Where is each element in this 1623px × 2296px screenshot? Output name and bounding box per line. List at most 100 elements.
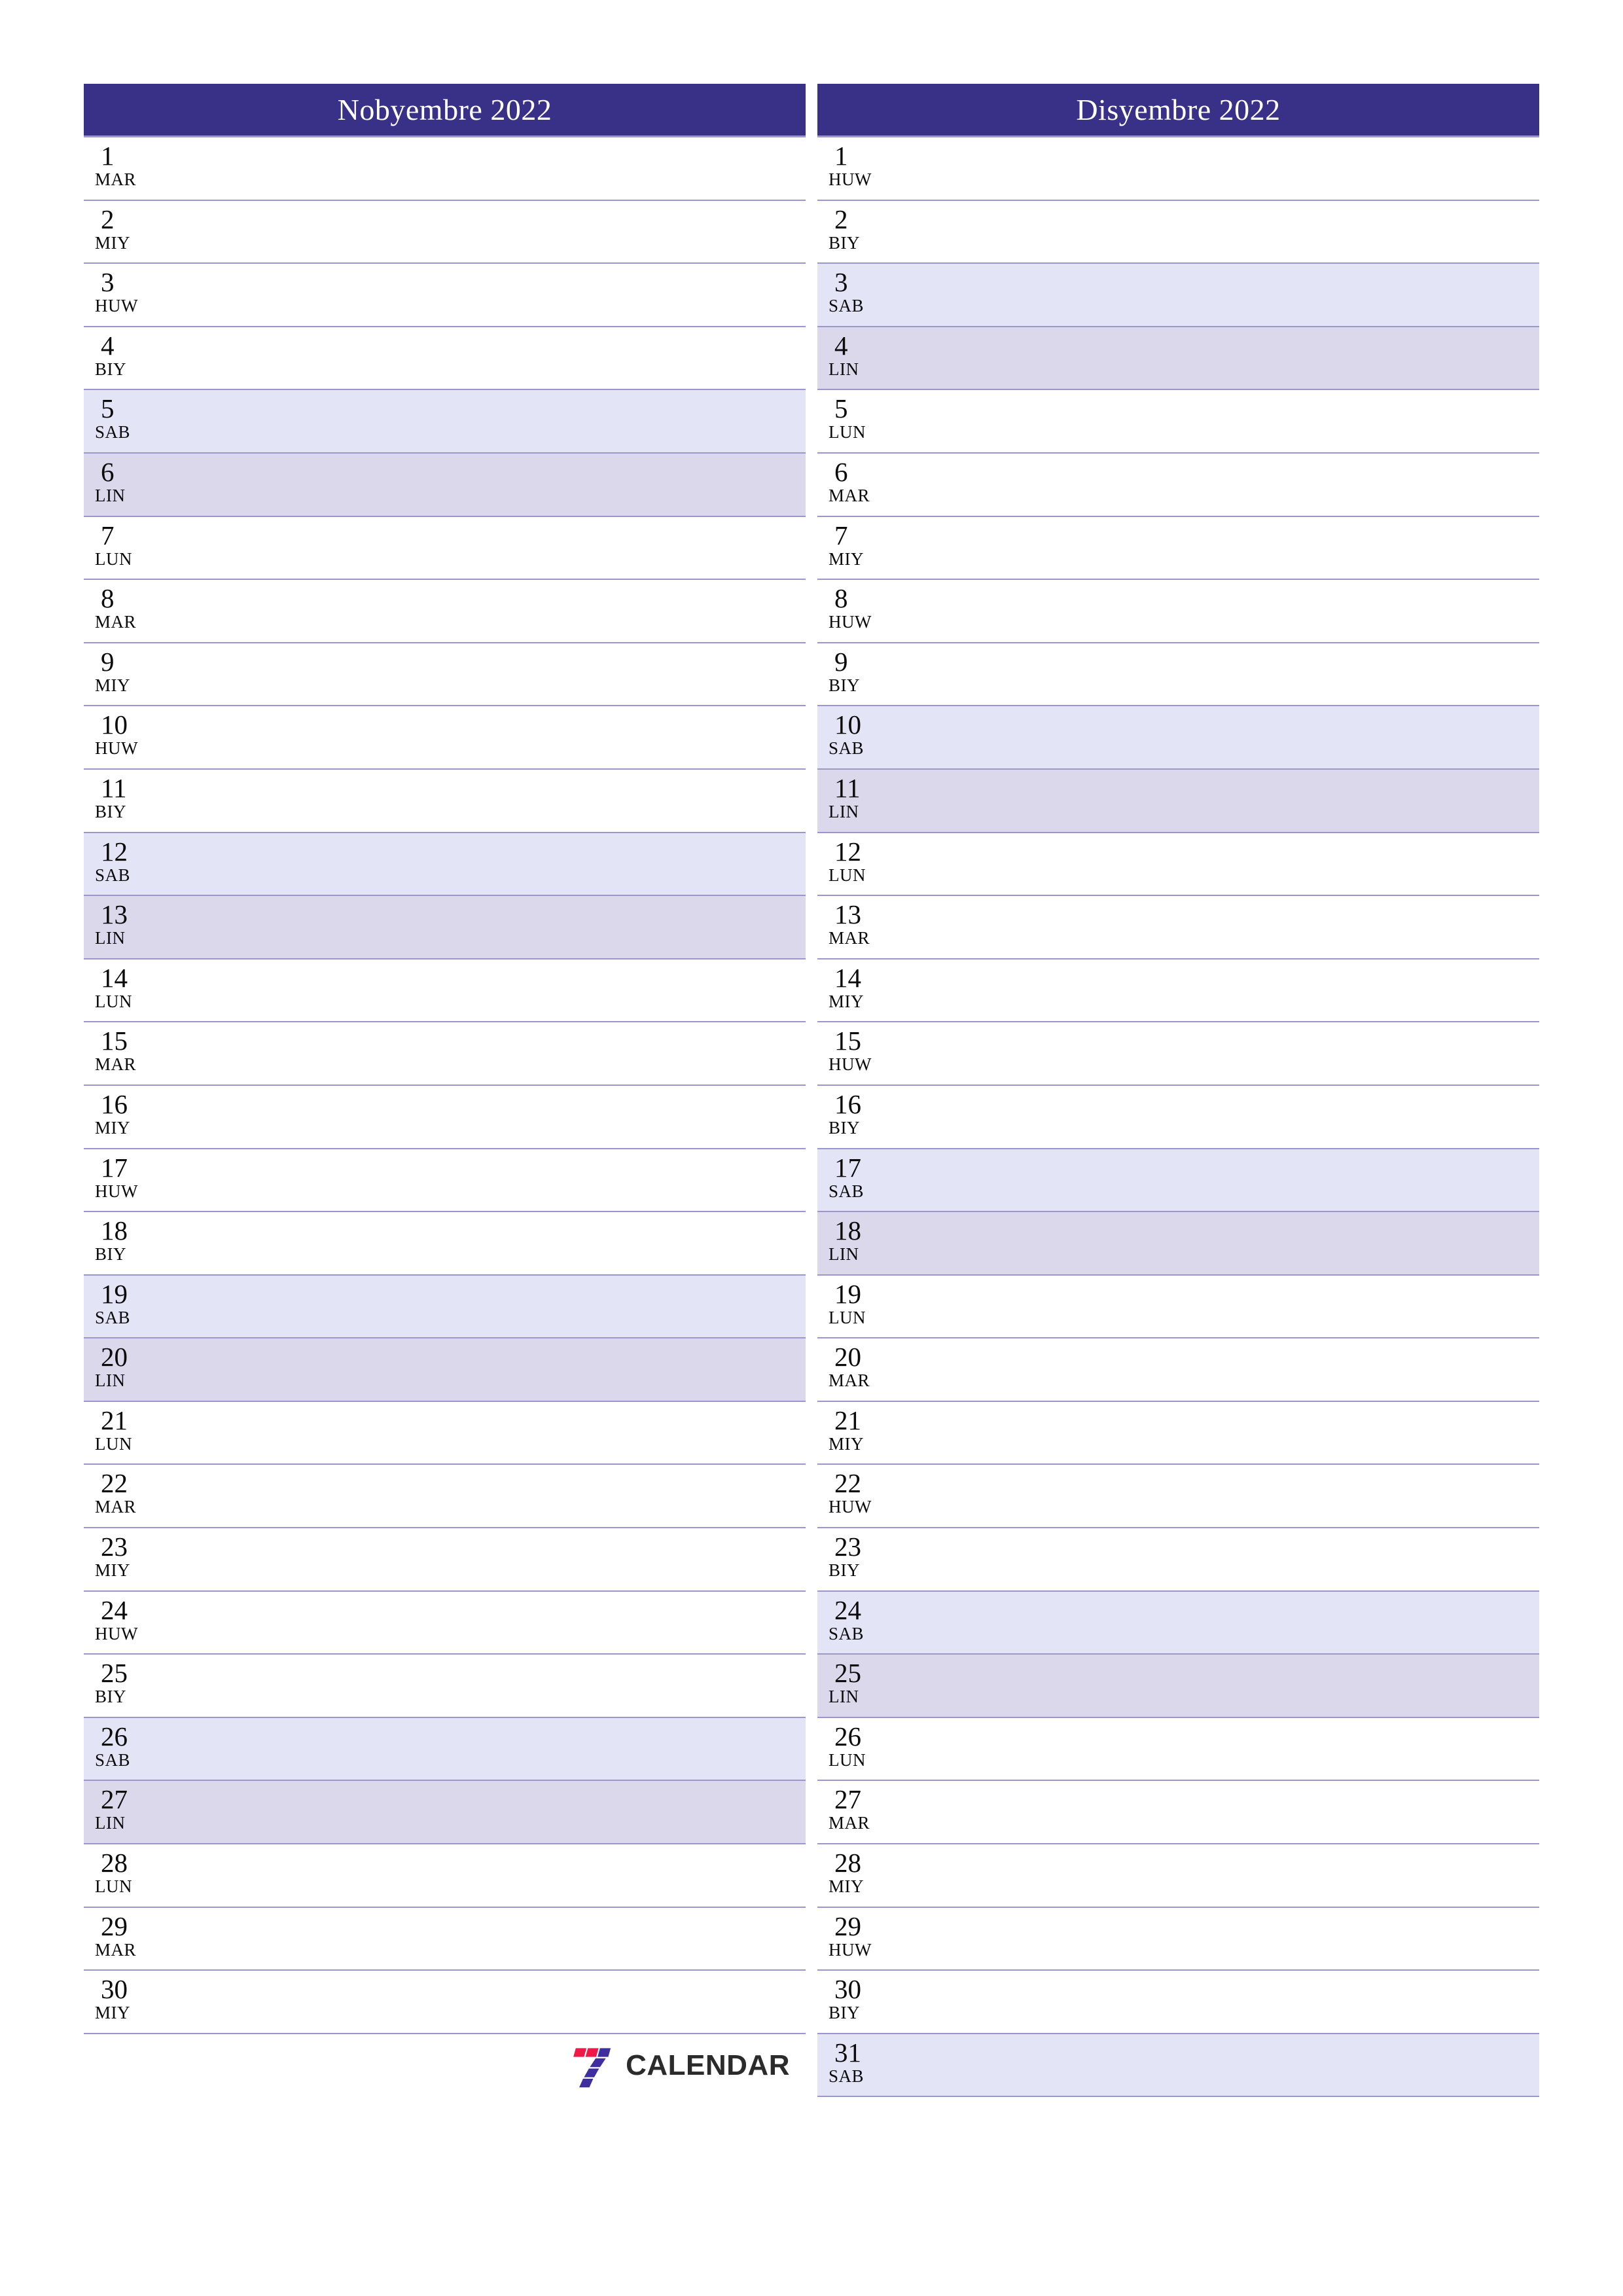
day-row[interactable]: 30 MIY (84, 1971, 806, 2034)
day-row[interactable]: 17 SAB (817, 1149, 1539, 1213)
day-row[interactable]: 21 MIY (817, 1401, 1539, 1465)
day-row[interactable]: 27 MAR (817, 1781, 1539, 1845)
day-row[interactable]: 13 LIN (84, 896, 806, 960)
day-weekday-abbr: SAB (95, 865, 131, 885)
day-row[interactable]: 14 LUN (84, 959, 806, 1023)
month-column: Nobyembre 2022 1 MAR 2 MIY 3 HUW 4 BIY 5 SAB 6 LIN 7 L… (84, 84, 806, 2098)
day-weekday-abbr: MIY (95, 2003, 130, 2023)
day-row[interactable]: 3 SAB (817, 264, 1539, 327)
day-row[interactable]: 5 SAB (84, 390, 806, 454)
day-row[interactable]: 4 LIN (817, 327, 1539, 391)
day-number: 22 (834, 1468, 861, 1499)
day-row[interactable]: 10 HUW (84, 706, 806, 770)
brand-logo[interactable]: CALENDAR (568, 2041, 790, 2090)
day-row[interactable]: 16 BIY (817, 1085, 1539, 1149)
day-row[interactable]: 27 LIN (84, 1781, 806, 1845)
day-row[interactable]: 11 BIY (84, 769, 806, 833)
day-number: 21 (101, 1405, 128, 1435)
day-row[interactable]: 15 HUW (817, 1022, 1539, 1086)
day-weekday-abbr: BIY (829, 1117, 860, 1138)
two-month-planner: Nobyembre 2022 1 MAR 2 MIY 3 HUW 4 BIY 5 SAB 6 LIN 7 L… (84, 84, 1539, 2098)
day-row[interactable]: 25 LIN (817, 1655, 1539, 1718)
day-row[interactable]: 20 LIN (84, 1338, 806, 1402)
day-row[interactable]: 5 LUN (817, 390, 1539, 454)
day-number: 12 (101, 836, 128, 867)
day-row[interactable]: 12 SAB (84, 833, 806, 897)
day-weekday-abbr: MIY (95, 1560, 130, 1581)
day-row[interactable]: 6 MAR (817, 453, 1539, 517)
day-number: 1 (834, 141, 848, 171)
day-number: 22 (101, 1468, 128, 1499)
day-row[interactable]: 23 MIY (84, 1528, 806, 1592)
day-row[interactable]: 8 MAR (84, 580, 806, 643)
day-row[interactable]: 29 HUW (817, 1907, 1539, 1971)
day-row[interactable]: 22 HUW (817, 1465, 1539, 1529)
day-row[interactable]: 18 BIY (84, 1212, 806, 1276)
day-row[interactable]: 3 HUW (84, 264, 806, 327)
day-weekday-abbr: HUW (95, 1623, 138, 1643)
day-row[interactable]: 29 MAR (84, 1907, 806, 1971)
day-number: 23 (834, 1532, 861, 1562)
day-weekday-abbr: SAB (829, 738, 865, 759)
day-row[interactable]: 17 HUW (84, 1149, 806, 1213)
day-row[interactable]: 1 HUW (817, 137, 1539, 201)
day-row[interactable]: 26 LUN (817, 1717, 1539, 1782)
day-row[interactable]: 28 LUN (84, 1844, 806, 1908)
day-row[interactable]: 6 LIN (84, 453, 806, 517)
day-row[interactable]: 9 BIY (817, 643, 1539, 707)
day-weekday-abbr: LIN (95, 1813, 126, 1833)
day-row[interactable]: 30 BIY (817, 1971, 1539, 2034)
day-number: 13 (101, 899, 128, 930)
day-weekday-abbr: LIN (95, 1371, 126, 1391)
day-row[interactable]: 12 LUN (817, 833, 1539, 897)
day-row[interactable]: 19 SAB (84, 1275, 806, 1339)
day-number: 19 (101, 1278, 128, 1309)
day-number: 12 (834, 836, 861, 867)
day-weekday-abbr: BIY (95, 1244, 126, 1265)
day-row[interactable]: 21 LUN (84, 1401, 806, 1465)
day-row[interactable]: 1 MAR (84, 137, 806, 201)
day-weekday-abbr: MIY (95, 675, 130, 695)
day-row[interactable]: 26 SAB (84, 1717, 806, 1782)
day-weekday-abbr: BIY (95, 359, 126, 379)
day-row[interactable]: 8 HUW (817, 580, 1539, 643)
day-number: 25 (834, 1658, 861, 1689)
day-row[interactable]: 15 MAR (84, 1022, 806, 1086)
day-weekday-abbr: MAR (829, 1813, 870, 1833)
day-list: 1 MAR 2 MIY 3 HUW 4 BIY 5 SAB 6 LIN 7 LUN 8 MAR 9 MIY 10 HU… (84, 137, 806, 2034)
day-row[interactable]: 10 SAB (817, 706, 1539, 770)
day-number: 17 (834, 1152, 861, 1183)
day-number: 9 (101, 646, 115, 677)
day-row[interactable]: 22 MAR (84, 1465, 806, 1529)
day-row[interactable]: 28 MIY (817, 1844, 1539, 1908)
day-row[interactable]: 24 SAB (817, 1591, 1539, 1655)
day-weekday-abbr: HUW (95, 738, 138, 759)
day-row[interactable]: 20 MAR (817, 1338, 1539, 1402)
day-row[interactable]: 7 MIY (817, 516, 1539, 581)
day-row[interactable]: 24 HUW (84, 1591, 806, 1655)
day-weekday-abbr: SAB (95, 422, 131, 442)
day-weekday-abbr: SAB (829, 2066, 865, 2086)
day-row[interactable]: 13 MAR (817, 896, 1539, 960)
day-number: 10 (101, 709, 128, 740)
day-row[interactable]: 25 BIY (84, 1655, 806, 1718)
day-weekday-abbr: SAB (95, 1749, 131, 1770)
day-row[interactable]: 4 BIY (84, 327, 806, 391)
day-row[interactable]: 18 LIN (817, 1212, 1539, 1276)
day-weekday-abbr: HUW (829, 1497, 872, 1517)
day-row[interactable]: 9 MIY (84, 643, 806, 707)
day-row[interactable]: 11 LIN (817, 769, 1539, 833)
day-row[interactable]: 2 MIY (84, 200, 806, 264)
day-number: 13 (834, 899, 861, 930)
day-weekday-abbr: LIN (95, 928, 126, 948)
day-number: 11 (101, 772, 127, 803)
day-row[interactable]: 7 LUN (84, 516, 806, 581)
day-row[interactable]: 16 MIY (84, 1085, 806, 1149)
day-row[interactable]: 2 BIY (817, 200, 1539, 264)
day-number: 8 (101, 583, 115, 614)
day-row[interactable]: 14 MIY (817, 959, 1539, 1023)
day-row[interactable]: 23 BIY (817, 1528, 1539, 1592)
day-row[interactable]: 31 SAB (817, 2034, 1539, 2098)
day-number: 4 (101, 330, 115, 361)
day-row[interactable]: 19 LUN (817, 1275, 1539, 1339)
